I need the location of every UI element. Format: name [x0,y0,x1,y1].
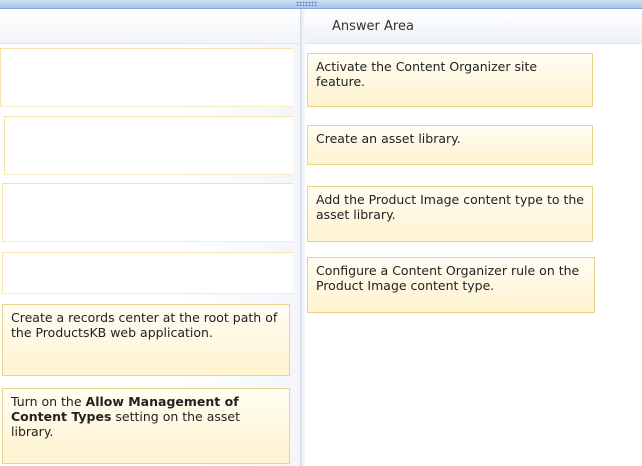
choices-pane-header [0,9,300,44]
choice-card-allow-management[interactable]: Turn on the Allow Management of Content … [2,388,290,464]
top-splitter-bar[interactable] [0,0,642,9]
choice-card-records-center[interactable]: Create a records center at the root path… [2,304,290,376]
empty-slot-3 [2,183,293,242]
answer-card-4[interactable]: Configure a Content Organizer rule on th… [307,257,595,313]
answer-card-text: Add the Product Image content type to th… [316,192,584,222]
empty-slot-4 [2,252,293,294]
answer-card-2[interactable]: Create an asset library. [307,125,593,165]
choice-card-text-prefix: Turn on the [11,394,86,409]
answer-area-title: Answer Area [332,19,414,34]
answer-card-3[interactable]: Add the Product Image content type to th… [307,186,593,242]
empty-slot-1 [0,48,293,107]
splitter-grip-icon[interactable] [296,1,318,6]
answer-card-text: Create an asset library. [316,131,461,146]
choice-card-text: Create a records center at the root path… [11,310,278,340]
empty-slot-2 [4,116,293,175]
answer-card-text: Activate the Content Organizer site feat… [316,59,538,89]
answer-card-text: Configure a Content Organizer rule on th… [316,263,580,293]
answer-card-1[interactable]: Activate the Content Organizer site feat… [307,53,593,107]
